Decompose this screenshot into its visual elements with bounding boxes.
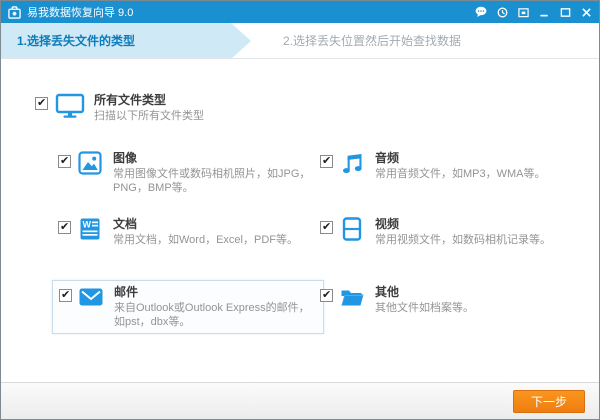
filetype-title: 其他 [375, 285, 400, 299]
all-types-desc: 扫描以下所有文件类型 [94, 110, 204, 122]
filetype-desc: 常用音频文件，如MP3，WMA等。 [375, 168, 546, 180]
titlebar: 易我数据恢复向导 9.0 [1, 1, 599, 23]
filetype-desc: 来自Outlook或Outlook Express的邮件，如pst，dbx等。 [114, 302, 310, 328]
filetype-title: 文档 [113, 217, 138, 231]
filetype-desc: 其他文件如档案等。 [375, 302, 474, 314]
app-logo-icon [8, 5, 21, 19]
filetype-item-documents[interactable]: W 文档 常用文档，如Word，Excel，PDF等。 [58, 217, 320, 247]
filetype-desc: 常用文档，如Word，Excel，PDF等。 [113, 234, 298, 246]
audio-checkbox[interactable] [320, 154, 333, 168]
all-types-title: 所有文件类型 [94, 93, 167, 107]
video-icon [340, 217, 366, 241]
wizard-steps: 1.选择丢失文件的类型 2.选择丢失位置然后开始查找数据 [1, 23, 599, 59]
mail-icon [79, 285, 105, 309]
filetype-item-images[interactable]: 图像 常用图像文件或数码相机照片，如JPG，PNG，BMP等。 [58, 151, 320, 195]
filetype-item-mail[interactable]: 邮件 来自Outlook或Outlook Express的邮件，如pst，dbx… [52, 280, 324, 334]
all-file-types-item[interactable]: 所有文件类型 扫描以下所有文件类型 [35, 93, 335, 123]
next-step-button[interactable]: 下一步 [512, 390, 585, 413]
filetype-title: 图像 [113, 151, 138, 165]
footer-bar: 下一步 [1, 382, 599, 419]
file-type-panel: 所有文件类型 扫描以下所有文件类型 图像 常用图像文件或数码相机照片，如JPG，… [1, 59, 599, 382]
window-title: 易我数据恢复向导 9.0 [27, 7, 134, 19]
mail-checkbox[interactable] [59, 288, 72, 302]
window-mode-icon[interactable] [517, 6, 529, 18]
documents-checkbox[interactable] [58, 220, 71, 234]
filetype-desc: 常用图像文件或数码相机照片，如JPG，PNG，BMP等。 [113, 168, 311, 194]
history-icon[interactable] [496, 6, 508, 18]
audio-icon [340, 151, 366, 175]
filetype-desc: 常用视频文件，如数码相机记录等。 [375, 234, 551, 246]
image-icon [78, 151, 104, 175]
step-2-tab[interactable]: 2.选择丢失位置然后开始查找数据 [231, 23, 599, 58]
minimize-button[interactable] [538, 6, 550, 18]
svg-text:W: W [83, 220, 92, 230]
images-checkbox[interactable] [58, 154, 71, 168]
all-types-checkbox[interactable] [35, 96, 48, 110]
monitor-icon [55, 93, 85, 118]
step-1-label: 1.选择丢失文件的类型 [17, 34, 136, 48]
maximize-button[interactable] [559, 6, 571, 18]
filetype-title: 视频 [375, 217, 400, 231]
close-button[interactable] [580, 6, 592, 18]
step-1-tab[interactable]: 1.选择丢失文件的类型 [1, 23, 251, 59]
filetype-title: 邮件 [114, 285, 139, 299]
video-checkbox[interactable] [320, 220, 333, 234]
other-checkbox[interactable] [320, 288, 333, 302]
filetype-item-audio[interactable]: 音频 常用音频文件，如MP3，WMA等。 [320, 151, 570, 181]
chat-icon[interactable] [475, 6, 487, 18]
filetype-title: 音频 [375, 151, 400, 165]
filetype-item-other[interactable]: 其他 其他文件如档案等。 [320, 285, 570, 315]
step-2-label: 2.选择丢失位置然后开始查找数据 [283, 34, 462, 48]
app-window: 易我数据恢复向导 9.0 1.选择丢失文件的类型 2.选择丢失位置然后开始查找数… [0, 0, 600, 420]
folder-icon [340, 285, 366, 309]
filetype-item-video[interactable]: 视频 常用视频文件，如数码相机记录等。 [320, 217, 570, 247]
document-icon: W [78, 217, 104, 241]
